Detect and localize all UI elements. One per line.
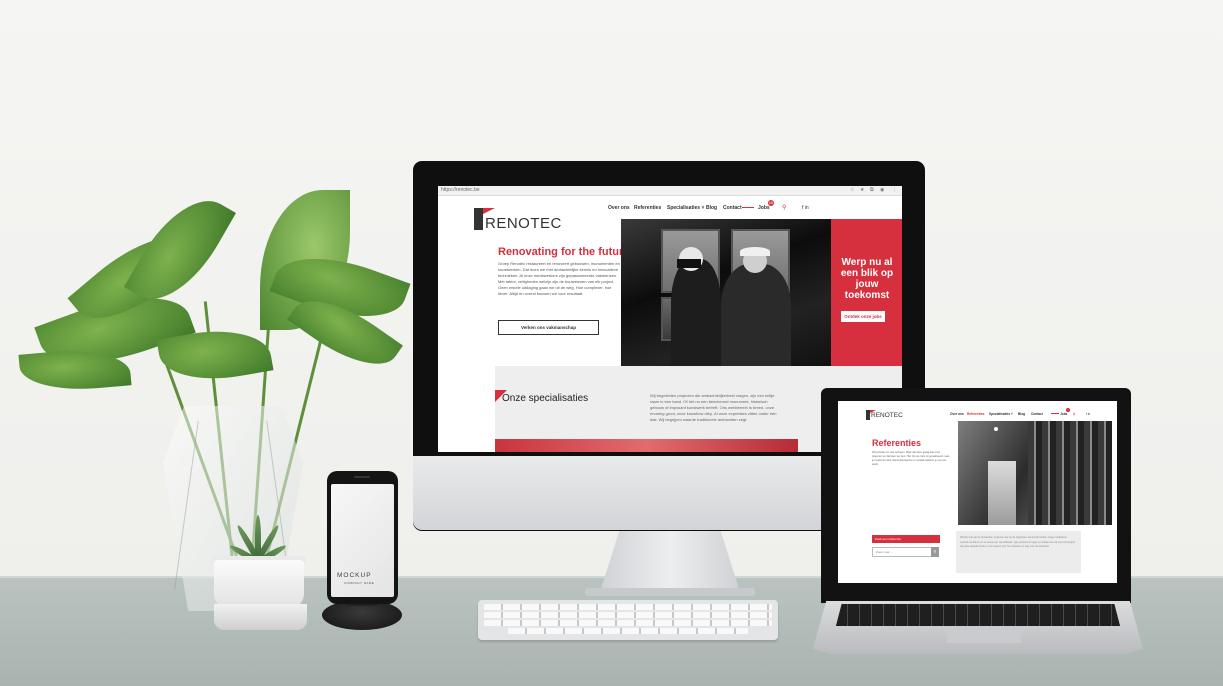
specialisaties-image [495, 439, 798, 452]
search-reference-button[interactable]: Zoek een referentie [872, 535, 940, 543]
hero-text: Groep Renotec restaureert en renoveert g… [498, 261, 620, 296]
reference-search-input[interactable]: Zoek naar ... [872, 547, 933, 557]
profile-icon[interactable]: ◉ [880, 187, 884, 193]
search-icon[interactable]: ⚲ [782, 204, 786, 211]
hero-cta-button[interactable]: Verken ons vakmanschap [498, 320, 599, 335]
nav-divider [742, 207, 754, 208]
page-title: Referenties [872, 438, 922, 448]
nav-over-ons[interactable]: Over ons [950, 412, 964, 416]
pot-tray [214, 604, 307, 630]
browser-toolbar: https://renotec.be ☆ ★ ⧉ ◉ ⋮ [438, 186, 902, 196]
info-box: Wij zijn trots op de honderden projecten… [956, 531, 1081, 573]
phone-screen: MOCKUP COMPANY NAME [331, 484, 394, 597]
nav-specialisaties[interactable]: Specialisaties ˅ [989, 412, 1013, 416]
nav-referenties[interactable]: Referenties [967, 412, 984, 416]
social-links[interactable]: f in [1086, 412, 1090, 416]
menu-icon[interactable]: ⋮ [892, 187, 897, 193]
star-icon[interactable]: ☆ [850, 187, 854, 193]
bookmark-icon[interactable]: ★ [860, 187, 864, 193]
nav-jobs[interactable]: Jobs [758, 205, 770, 211]
imac-stand-base [585, 588, 755, 596]
extensions-icon[interactable]: ⧉ [870, 187, 874, 193]
imac-stand [600, 530, 740, 592]
nav-blog[interactable]: Blog [706, 205, 717, 211]
specialisaties-title: Onze specialisaties [502, 393, 589, 404]
search-icon[interactable]: ⚲ [1073, 412, 1075, 416]
laptop-trackpad [947, 628, 1021, 643]
page-intro-text: Wij vertellen zo veel verhalen. Maar dat… [872, 451, 950, 466]
specialisaties-text: Wij begeleiden projecten die ambachtelij… [650, 393, 777, 422]
nav-blog[interactable]: Blog [1018, 412, 1025, 416]
hero-title: Renovating for the future [498, 246, 630, 258]
phone-brand: MOCKUP [337, 572, 372, 579]
nav-contact[interactable]: Contact [1031, 412, 1043, 416]
nav-divider [1051, 413, 1059, 414]
info-box-text: Wij zijn trots op de honderden projecten… [960, 536, 1075, 548]
renotec-logo-mark[interactable] [866, 410, 870, 420]
laptop-keyboard [836, 604, 1120, 626]
social-links[interactable]: f in [802, 205, 809, 211]
nav-contact[interactable]: Contact [723, 205, 742, 211]
phone-subtitle: COMPANY NAME [344, 581, 375, 585]
search-submit-button[interactable]: ⚲ [931, 547, 939, 557]
nav-specialisaties[interactable]: Specialisaties ˅ [667, 205, 704, 211]
jobs-count-badge: 16 [768, 200, 774, 206]
laptop-screen: RENOTEC Over ons Referenties Specialisat… [838, 401, 1117, 583]
renotec-logo[interactable]: RENOTEC [485, 215, 562, 232]
jobs-count-badge [1066, 408, 1070, 412]
nav-referenties[interactable]: Referenties [634, 205, 661, 211]
reference-photo [958, 421, 1112, 525]
nav-jobs[interactable]: Jobs [1060, 412, 1067, 416]
keyboard [478, 600, 778, 640]
renotec-logo-mark[interactable] [474, 208, 483, 230]
hero-photo [621, 219, 831, 366]
white-pot [214, 560, 304, 608]
jobs-promo-panel: Werp nu al een blik op jouw toekomst Ont… [831, 219, 902, 366]
phone-speaker [354, 476, 370, 478]
jobs-promo-button[interactable]: Ontdek onze jobs [841, 311, 885, 322]
nav-over-ons[interactable]: Over ons [608, 205, 630, 211]
renotec-logo[interactable]: RENOTEC [871, 412, 903, 419]
address-bar[interactable]: https://renotec.be [441, 187, 480, 193]
jobs-promo-title: Werp nu al een blik op jouw toekomst [840, 257, 894, 301]
